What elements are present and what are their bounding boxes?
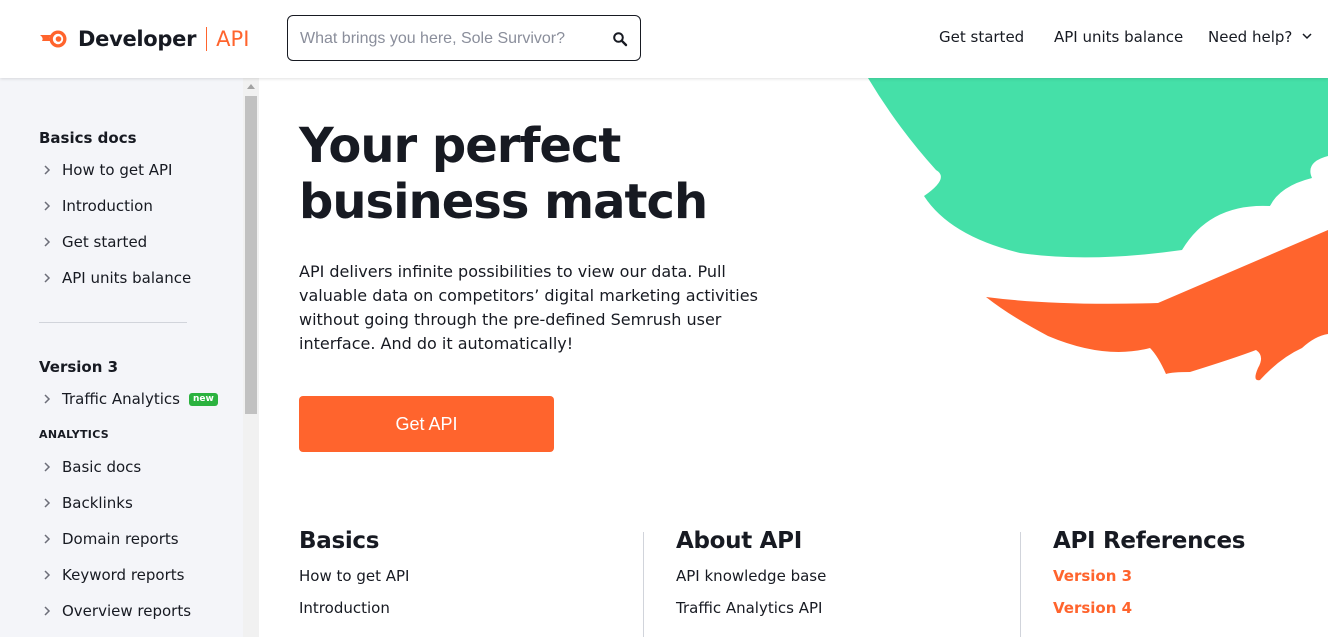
- sidebar-item-get-started[interactable]: Get started: [39, 232, 147, 252]
- sidebar-item-label: How to get API: [62, 161, 173, 179]
- link-version-3[interactable]: Version 3: [1053, 566, 1245, 598]
- chevron-right-icon: [44, 273, 51, 283]
- column-api-references: API References Version 3 Version 4: [1053, 528, 1245, 630]
- new-badge: new: [188, 392, 218, 406]
- sidebar-item-label: Backlinks: [62, 494, 133, 512]
- link-how-to-get-api[interactable]: How to get API: [299, 566, 409, 598]
- column-divider: [643, 532, 644, 637]
- link-version-4[interactable]: Version 4: [1053, 598, 1245, 630]
- sidebar-item-label: Keyword reports: [62, 566, 185, 584]
- sidebar-caption-analytics: ANALYTICS: [39, 428, 109, 441]
- column-title: About API: [676, 528, 802, 554]
- chevron-right-icon: [44, 498, 51, 508]
- scrollbar-thumb[interactable]: [245, 96, 257, 414]
- sidebar-divider: [39, 322, 187, 323]
- column-about-api: About API API knowledge base Traffic Ana…: [676, 528, 826, 630]
- chevron-right-icon: [44, 462, 51, 472]
- hero-description: API delivers infinite possibilities to v…: [299, 262, 758, 353]
- chevron-down-icon: [1302, 33, 1312, 40]
- nav-get-started[interactable]: Get started: [939, 28, 1024, 46]
- sidebar-item-label: API units balance: [62, 269, 192, 287]
- chevron-right-icon: [44, 570, 51, 580]
- sidebar-item-backlinks[interactable]: Backlinks: [39, 493, 133, 513]
- nav-api-units-balance[interactable]: API units balance: [1054, 28, 1183, 46]
- chevron-right-icon: [44, 534, 51, 544]
- column-basics: Basics How to get API Introduction: [299, 528, 409, 630]
- chevron-right-icon: [44, 237, 51, 247]
- developer-api-logo[interactable]: Developer API: [38, 22, 249, 56]
- search-icon[interactable]: [612, 31, 628, 47]
- hero-title: Your perfect business match: [299, 118, 708, 230]
- sidebar-item-domain-reports[interactable]: Domain reports: [39, 529, 179, 549]
- scroll-up-arrow-icon[interactable]: [247, 84, 255, 89]
- search-box[interactable]: [287, 15, 641, 61]
- top-header: Developer API Get started API units bala…: [0, 0, 1328, 78]
- sidebar-heading-basics: Basics docs: [39, 129, 137, 147]
- chevron-right-icon: [44, 394, 51, 404]
- logo-divider: [206, 27, 208, 51]
- sidebar-item-keyword-reports[interactable]: Keyword reports: [39, 565, 184, 585]
- link-api-knowledge-base[interactable]: API knowledge base: [676, 566, 826, 598]
- sidebar-item-label: Basic docs: [62, 458, 142, 476]
- column-title: Basics: [299, 528, 380, 554]
- search-input[interactable]: [300, 26, 600, 52]
- chevron-right-icon: [44, 165, 51, 175]
- sidebar-item-how-to-get-api[interactable]: How to get API: [39, 160, 172, 180]
- get-api-button[interactable]: Get API: [299, 396, 554, 452]
- sidebar-item-label: Introduction: [62, 197, 153, 215]
- sidebar-heading-version-3: Version 3: [39, 358, 119, 376]
- sidebar-item-label: Get started: [62, 233, 148, 251]
- sidebar-item-traffic-analytics[interactable]: Traffic Analytics new: [39, 389, 218, 409]
- sidebar-item-overview-reports[interactable]: Overview reports: [39, 601, 191, 621]
- sidebar-scrollbar[interactable]: [243, 78, 259, 637]
- chevron-right-icon: [44, 201, 51, 211]
- sidebar-item-label: Overview reports: [62, 602, 192, 620]
- sidebar-item-api-units-balance[interactable]: API units balance: [39, 268, 191, 288]
- nav-need-help[interactable]: Need help?: [1208, 28, 1312, 46]
- column-divider: [1020, 532, 1021, 637]
- link-traffic-analytics-api[interactable]: Traffic Analytics API: [676, 598, 826, 630]
- logo-api-label: API: [216, 27, 250, 51]
- nav-need-help-label: Need help?: [1208, 28, 1293, 46]
- column-title: API References: [1053, 528, 1246, 554]
- link-introduction[interactable]: Introduction: [299, 598, 409, 630]
- sidebar-item-basic-docs[interactable]: Basic docs: [39, 457, 141, 477]
- logo-text: Developer: [78, 27, 197, 51]
- sidebar-item-label: Domain reports: [62, 530, 179, 548]
- sidebar-item-label: Traffic Analytics: [62, 390, 180, 408]
- sidebar-item-introduction[interactable]: Introduction: [39, 196, 153, 216]
- chevron-right-icon: [44, 606, 51, 616]
- hero-decoration-illustration: [868, 78, 1328, 381]
- semrush-logo-icon: [40, 30, 67, 48]
